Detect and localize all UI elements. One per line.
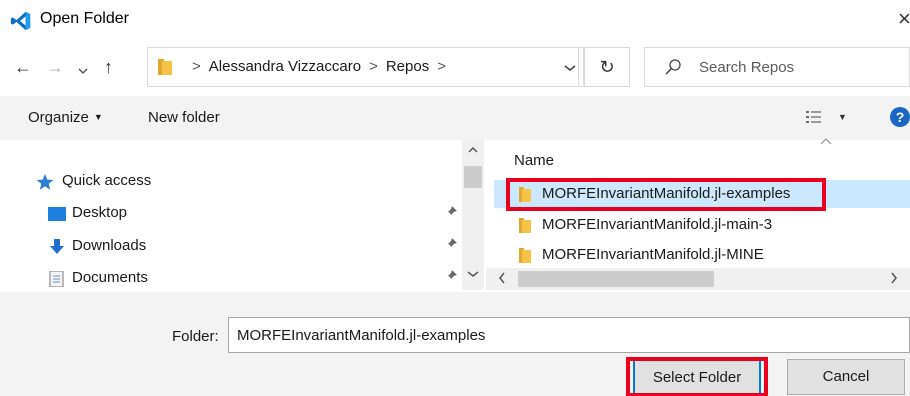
recent-locations-button[interactable] (78, 60, 88, 82)
download-icon (50, 239, 64, 254)
pin-icon (445, 270, 457, 285)
file-row-main-3[interactable]: MORFEInvariantManifold.jl-main-3 (494, 211, 910, 239)
nav-item-label: Desktop (72, 204, 128, 221)
dialog-footer: Folder: Select Folder Cancel (0, 292, 910, 396)
annotation-highlight-box (626, 357, 768, 396)
breadcrumb-item-user[interactable]: Alessandra Vizzaccaro (209, 58, 361, 75)
search-placeholder: Search Repos (699, 59, 795, 76)
chevron-down-icon (564, 65, 575, 72)
file-row-mine[interactable]: MORFEInvariantManifold.jl-MINE (494, 241, 910, 269)
chevron-up-icon[interactable] (468, 146, 478, 154)
breadcrumb-item-repos[interactable]: Repos (386, 58, 429, 75)
star-icon (36, 174, 54, 190)
organize-label: Organize (28, 109, 89, 126)
title-bar: Open Folder × (0, 0, 910, 42)
sort-ascending-icon (820, 138, 832, 145)
chevron-down-icon[interactable] (467, 270, 479, 278)
nav-item-label: Documents (72, 269, 148, 286)
address-bar[interactable]: > Alessandra Vizzaccaro > Repos > (147, 47, 579, 87)
pin-icon (445, 238, 457, 253)
command-toolbar: Organize ▼ New folder ▼ ? (0, 96, 910, 140)
folder-label: Folder: (172, 328, 219, 345)
view-options-icon[interactable] (806, 110, 822, 124)
folder-icon (519, 248, 531, 263)
nav-item-label: Downloads (72, 237, 147, 254)
caret-down-icon: ▼ (93, 112, 103, 122)
view-options-caret-icon[interactable]: ▼ (838, 112, 847, 122)
scrollbar-thumb[interactable] (464, 166, 482, 188)
up-button[interactable]: ↑ (104, 56, 113, 78)
column-header-name[interactable]: Name (514, 152, 554, 169)
cancel-button[interactable]: Cancel (787, 359, 905, 395)
file-name: MORFEInvariantManifold.jl-main-3 (542, 216, 773, 233)
annotation-highlight-box (506, 178, 826, 211)
vscode-icon (10, 11, 31, 31)
refresh-button[interactable]: ↻ (584, 47, 630, 87)
file-list-scrollbar[interactable] (486, 268, 910, 290)
chevron-right-icon[interactable] (890, 271, 898, 285)
search-icon (665, 59, 681, 75)
help-button[interactable]: ? (890, 107, 910, 127)
folder-name-input[interactable] (228, 317, 910, 353)
window-title: Open Folder (40, 10, 129, 27)
document-icon (49, 271, 64, 287)
search-input[interactable]: Search Repos (644, 47, 910, 87)
navigation-pane-scrollbar[interactable] (462, 140, 484, 290)
breadcrumb-separator: > (369, 58, 378, 75)
close-button[interactable]: × (898, 6, 910, 32)
pin-icon (445, 206, 457, 221)
breadcrumb-separator: > (192, 58, 201, 75)
navigation-bar: ← → ↑ > Alessandra Vizzaccaro > Repos > ↻ Se… (0, 42, 910, 94)
address-dropdown-button[interactable] (556, 47, 584, 87)
desktop-icon (48, 207, 66, 221)
folder-icon (158, 59, 172, 75)
organize-button[interactable]: Organize ▼ (28, 109, 103, 126)
chevron-left-icon[interactable] (498, 271, 506, 285)
scrollbar-thumb[interactable] (518, 271, 714, 287)
nav-item-label: Quick access (62, 172, 152, 189)
breadcrumb-separator[interactable]: > (437, 58, 446, 75)
breadcrumb: > Alessandra Vizzaccaro > Repos > (184, 58, 454, 75)
new-folder-button[interactable]: New folder (148, 109, 220, 126)
file-name: MORFEInvariantManifold.jl-MINE (542, 246, 764, 263)
back-button[interactable]: ← (14, 56, 32, 78)
chevron-down-icon (78, 68, 88, 75)
navigation-pane: Quick access Desktop Downloads Documents (0, 140, 484, 290)
forward-button[interactable]: → (46, 56, 64, 78)
folder-icon (519, 218, 531, 233)
